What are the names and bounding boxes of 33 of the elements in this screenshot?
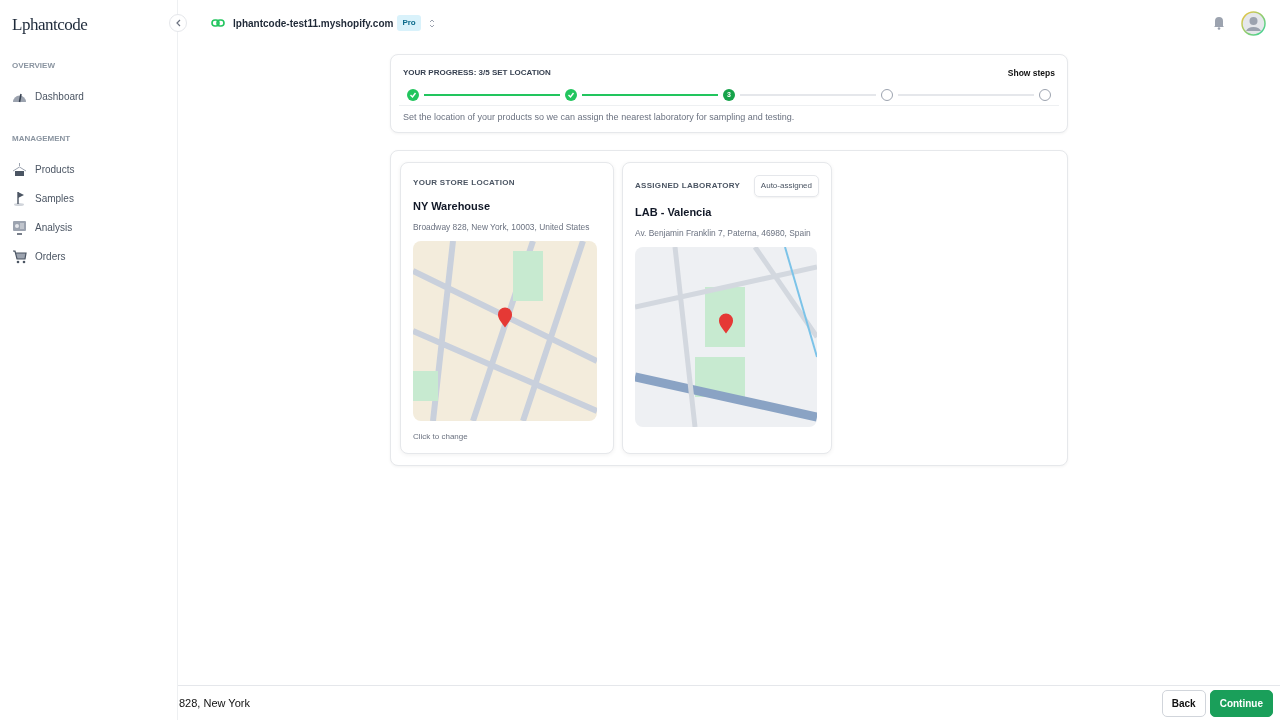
chevron-up-down-icon: [428, 17, 435, 29]
store-domain: lphantcode-test11.myshopify.com: [233, 16, 394, 31]
address-summary: 828, New York: [179, 695, 250, 711]
link-icon: [211, 18, 225, 28]
sidebar-item[interactable]: Orders: [12, 241, 165, 271]
plan-badge: Pro: [397, 15, 421, 31]
cart-icon: [12, 248, 27, 264]
collapse-button[interactable]: [169, 14, 187, 32]
location-name: NY Warehouse: [413, 199, 492, 215]
sidebar-item[interactable]: Products: [12, 154, 165, 184]
progress-title: YOUR PROGRESS: 3/5 SET LOCATION: [403, 67, 551, 80]
location-address: Av. Benjamin Franklin 7, Paterna, 46980, Spain: [635, 226, 812, 239]
change-location-link[interactable]: Click to change: [413, 430, 601, 443]
status-badge: Auto-assigned: [753, 175, 819, 198]
back-button[interactable]: Back: [1161, 689, 1206, 717]
monitor-icon: [12, 219, 27, 235]
location-name: LAB - Valencia: [635, 205, 713, 221]
sidebar-item[interactable]: Samples: [12, 183, 165, 213]
avatar[interactable]: [1241, 10, 1266, 36]
flag-icon: [12, 190, 27, 206]
hanger-icon: [12, 161, 27, 177]
card-heading: ASSIGNED LABORATORY: [635, 180, 741, 193]
location-address: Broadway 828, New York, 10003, United States: [413, 220, 591, 233]
sidebar-item[interactable]: Analysis: [12, 212, 165, 242]
card-heading: YOUR STORE LOCATION: [413, 177, 516, 190]
logo[interactable]: Lphantcode: [12, 12, 165, 38]
section-heading: MANAGEMENT: [12, 132, 72, 145]
section-heading: OVERVIEW: [12, 59, 56, 72]
bell-icon: [1213, 16, 1225, 30]
show-steps-button[interactable]: Show steps: [1007, 67, 1055, 80]
chevron-left-icon: [175, 19, 181, 27]
sidebar-item[interactable]: Dashboard: [12, 81, 165, 111]
progress-description: Set the location of your products so we can assign the nearest laboratory for sampling and testing.: [403, 110, 796, 124]
